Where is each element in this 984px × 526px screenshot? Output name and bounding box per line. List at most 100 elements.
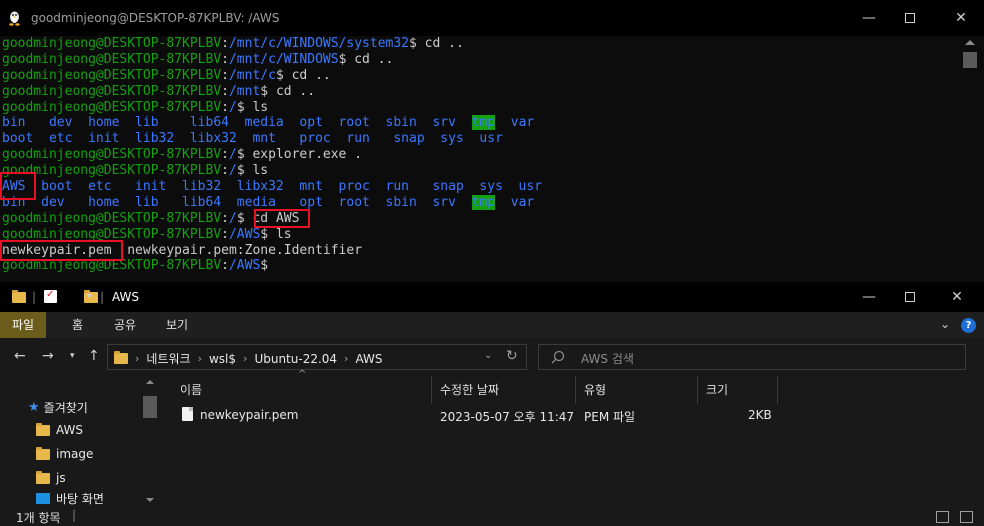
quick-access-dropdown-icon[interactable]: ▾: [87, 291, 92, 302]
terminal-text-segment: newkeypair.pem newkeypair.pem:Zone.Ident…: [2, 242, 363, 258]
terminal-line: goodminjeong@DESKTOP-87KPLBV:/mnt/c/WIND…: [2, 52, 960, 68]
item-count: 1개 항목: [16, 511, 61, 525]
explorer-title: AWS: [112, 290, 140, 304]
table-row[interactable]: newkeypair.pem 2023-05-07 오후 11:47 PEM 파…: [158, 404, 984, 426]
terminal-text-segment: $: [260, 258, 269, 274]
terminal-text-segment: /: [228, 147, 237, 163]
terminal-text-segment: $ cd ..: [275, 67, 331, 83]
terminal-text-segment: goodminjeong@DESKTOP-87KPLBV: [2, 163, 222, 179]
tab-view[interactable]: 보기: [154, 312, 200, 338]
star-icon: ★: [28, 399, 40, 415]
nav-item-js[interactable]: js: [36, 467, 66, 489]
scrollbar-thumb[interactable]: [963, 52, 977, 68]
terminal-line: goodminjeong@DESKTOP-87KPLBV:/mnt/c/WIND…: [2, 36, 960, 52]
terminal-text-segment: $ ls: [236, 163, 269, 179]
terminal-text-segment: /: [228, 99, 237, 115]
terminal-line: goodminjeong@DESKTOP-87KPLBV:/$ explorer…: [2, 147, 960, 163]
terminal-text-segment: goodminjeong@DESKTOP-87KPLBV: [2, 210, 222, 226]
search-box[interactable]: AWS 검색: [538, 344, 966, 370]
chevron-right-icon[interactable]: ›: [198, 352, 202, 365]
scroll-up-icon[interactable]: [146, 380, 154, 384]
file-list: ^ 이름 수정한 날짜 유형 크기 newkeypair.pem 2023-05…: [158, 369, 984, 508]
breadcrumb-network[interactable]: 네트워크: [146, 350, 190, 367]
nav-quick-access[interactable]: ★ 즐겨찾기: [28, 396, 88, 418]
terminal-text-segment: $ explorer.exe .: [236, 147, 363, 163]
terminal-text-segment: :: [221, 226, 229, 242]
minimize-button[interactable]: —: [846, 0, 892, 36]
nav-item-label: AWS: [56, 423, 84, 437]
terminal-text-segment: var: [495, 194, 535, 210]
maximize-button[interactable]: [887, 0, 933, 36]
terminal-line: goodminjeong@DESKTOP-87KPLBV:/AWS$ ls: [2, 227, 960, 243]
terminal-text-segment: tmp: [471, 194, 496, 210]
scroll-up-icon[interactable]: [965, 40, 975, 45]
folder-icon: [36, 470, 50, 484]
nav-item-desktop[interactable]: 바탕 화면: [36, 490, 104, 508]
breadcrumb-wsl[interactable]: wsl$: [209, 352, 236, 366]
terminal-text-segment: goodminjeong@DESKTOP-87KPLBV: [2, 51, 222, 67]
help-icon[interactable]: ?: [961, 318, 976, 333]
expand-ribbon-icon[interactable]: ⌄: [940, 317, 950, 331]
terminal-titlebar[interactable]: goodminjeong@DESKTOP-87KPLBV: /AWS — ✕: [0, 0, 984, 36]
terminal-text-segment: /mnt/c: [228, 67, 276, 83]
refresh-icon[interactable]: ↻: [506, 348, 518, 364]
column-date-modified[interactable]: 수정한 날짜: [432, 376, 576, 404]
terminal-output[interactable]: goodminjeong@DESKTOP-87KPLBV:/mnt/c/WIND…: [2, 36, 960, 282]
nav-item-label: image: [56, 447, 94, 461]
properties-icon[interactable]: ✓: [44, 289, 57, 303]
details-view-icon[interactable]: [936, 511, 949, 523]
address-bar[interactable]: › 네트워크 › wsl$ › Ubuntu-22.04 › AWS ⌄ ↻: [107, 344, 527, 370]
terminal-scrollbar[interactable]: [962, 36, 978, 282]
column-name[interactable]: 이름: [172, 376, 432, 404]
nav-item-label: 바탕 화면: [56, 492, 104, 506]
nav-scrollbar[interactable]: [142, 376, 158, 508]
terminal-text-segment: goodminjeong@DESKTOP-87KPLBV: [2, 67, 222, 83]
terminal-line: goodminjeong@DESKTOP-87KPLBV:/mnt/c$ cd …: [2, 68, 960, 84]
explorer-titlebar[interactable]: | ✓ ▾ | AWS — ✕: [0, 282, 984, 312]
forward-arrow-icon[interactable]: →: [42, 348, 54, 364]
maximize-icon: [905, 292, 915, 302]
column-type[interactable]: 유형: [576, 376, 698, 404]
chevron-right-icon[interactable]: ›: [344, 352, 348, 365]
terminal-text-segment: :: [221, 67, 229, 83]
explorer-window[interactable]: | ✓ ▾ | AWS — ✕ 파일 홈 공유 보기 ⌄ ? ← → ▾ ↑ ›…: [0, 282, 984, 526]
tab-home[interactable]: 홈: [60, 312, 95, 338]
minimize-icon: —: [862, 10, 876, 26]
breadcrumb-ubuntu[interactable]: Ubuntu-22.04: [254, 352, 337, 366]
recent-locations-icon[interactable]: ▾: [70, 351, 75, 361]
breadcrumb-aws[interactable]: AWS: [355, 352, 382, 366]
file-size: 2KB: [748, 408, 772, 422]
up-arrow-icon[interactable]: ↑: [88, 348, 100, 364]
nav-item-image[interactable]: image: [36, 443, 93, 465]
terminal-text-segment: /mnt/c/WINDOWS: [228, 51, 339, 67]
tab-file[interactable]: 파일: [0, 312, 47, 338]
scroll-down-icon[interactable]: [146, 498, 154, 502]
terminal-text-segment: :: [221, 258, 229, 274]
terminal-text-segment: :: [221, 83, 229, 99]
close-button[interactable]: ✕: [938, 0, 984, 36]
file-icon: [182, 407, 193, 421]
terminal-text-segment: :: [221, 147, 229, 163]
terminal-window[interactable]: goodminjeong@DESKTOP-87KPLBV: /AWS — ✕ g…: [0, 0, 984, 282]
column-size[interactable]: 크기: [698, 376, 778, 404]
folder-icon: [36, 422, 50, 436]
status-bar: 1개 항목 |: [0, 508, 984, 526]
terminal-line: AWS boot etc init lib32 libx32 mnt proc …: [2, 179, 960, 195]
chevron-right-icon[interactable]: ›: [243, 352, 247, 365]
terminal-text-segment: goodminjeong@DESKTOP-87KPLBV: [2, 258, 222, 274]
large-icons-view-icon[interactable]: [960, 511, 973, 523]
address-dropdown-icon[interactable]: ⌄: [484, 350, 492, 361]
separator-icon: |: [72, 508, 77, 522]
scrollbar-thumb[interactable]: [143, 396, 157, 418]
chevron-right-icon[interactable]: ›: [135, 352, 139, 365]
search-input-placeholder[interactable]: AWS 검색: [581, 350, 634, 367]
terminal-text-segment: boot etc init lib32 libx32 mnt proc run …: [2, 131, 503, 147]
minimize-button[interactable]: —: [846, 282, 892, 312]
close-button[interactable]: ✕: [934, 282, 980, 312]
tab-share[interactable]: 공유: [102, 312, 148, 338]
back-arrow-icon[interactable]: ←: [14, 348, 26, 364]
terminal-text-segment: $ cd ..: [260, 83, 316, 99]
close-icon: ✕: [955, 10, 967, 26]
maximize-button[interactable]: [887, 282, 933, 312]
nav-item-aws[interactable]: AWS: [36, 419, 83, 441]
